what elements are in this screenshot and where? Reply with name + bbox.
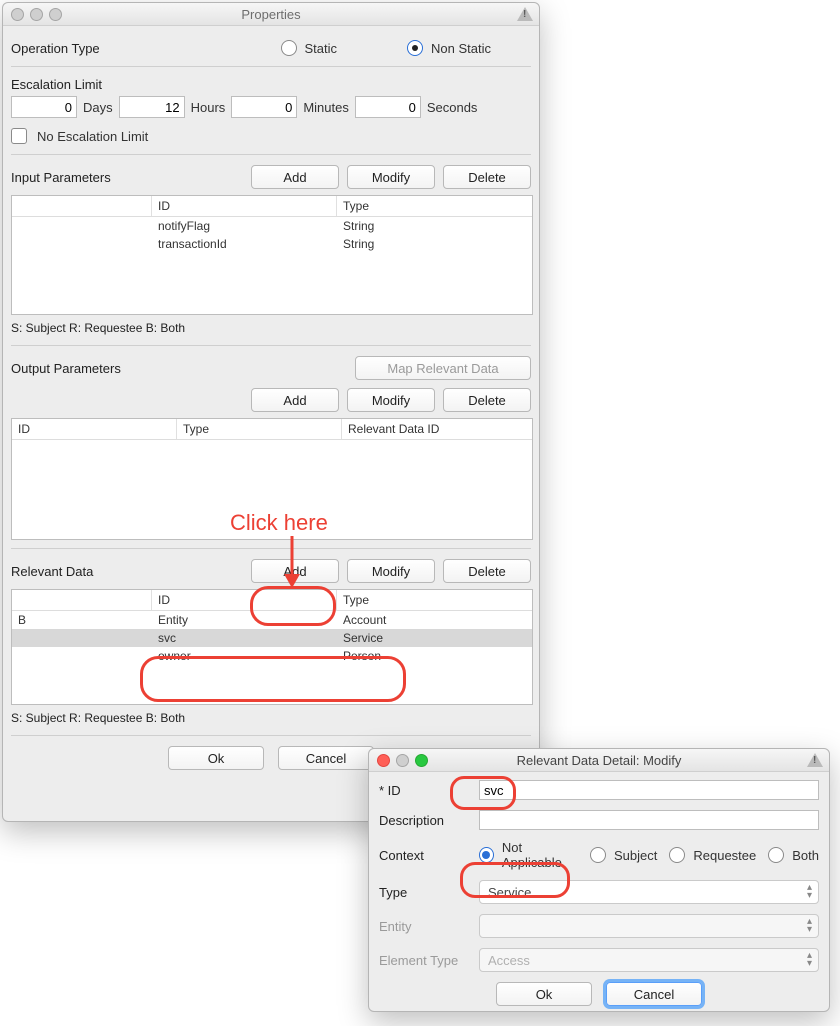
rd-col-type[interactable]: Type	[337, 590, 532, 610]
cell-rel: B	[12, 611, 152, 629]
titlebar[interactable]: Properties	[3, 3, 539, 26]
cell-id: transactionId	[152, 235, 337, 253]
chevron-updown-icon: ▴▾	[807, 884, 812, 900]
input-parameters-table[interactable]: ID Type notifyFlagStringtransactionIdStr…	[11, 195, 533, 315]
col-out-rd[interactable]: Relevant Data ID	[342, 419, 532, 439]
detail-window-title: Relevant Data Detail: Modify	[369, 753, 829, 768]
cell-id: svc	[152, 629, 337, 647]
element-type-select[interactable]: Access ▴▾	[479, 948, 819, 972]
minutes-input[interactable]	[231, 96, 297, 118]
relevant-delete-button[interactable]: Delete	[443, 559, 531, 583]
table-row[interactable]: transactionIdString	[12, 235, 532, 253]
output-modify-button[interactable]: Modify	[347, 388, 435, 412]
detail-ok-button[interactable]: Ok	[496, 982, 592, 1006]
element-type-label: Element Type	[379, 953, 469, 968]
output-parameters-table[interactable]: ID Type Relevant Data ID	[11, 418, 533, 540]
col-out-type[interactable]: Type	[177, 419, 342, 439]
cell-type: Account	[337, 611, 532, 629]
context-both[interactable]: Both	[768, 847, 819, 863]
table-row[interactable]: ownerPerson	[12, 647, 532, 665]
col-id[interactable]: ID	[152, 196, 337, 216]
legend: S: Subject R: Requestee B: Both	[11, 321, 531, 335]
col-type[interactable]: Type	[337, 196, 532, 216]
relevant-data-table[interactable]: ID Type BEntityAccountsvcServiceownerPer…	[11, 589, 533, 705]
cancel-button[interactable]: Cancel	[278, 746, 374, 770]
context-requestee[interactable]: Requestee	[669, 847, 756, 863]
input-add-button[interactable]: Add	[251, 165, 339, 189]
output-add-button[interactable]: Add	[251, 388, 339, 412]
type-select[interactable]: Service ▴▾	[479, 880, 819, 904]
no-escalation-checkbox[interactable]: No Escalation Limit	[11, 128, 531, 144]
relevant-add-button[interactable]: Add	[251, 559, 339, 583]
id-label: * ID	[379, 783, 469, 798]
input-modify-button[interactable]: Modify	[347, 165, 435, 189]
cell-type: Person	[337, 647, 532, 665]
table-row[interactable]: svcService	[12, 629, 532, 647]
rd-col-rel[interactable]	[12, 590, 152, 610]
cell-rel	[12, 235, 152, 253]
minutes-unit: Minutes	[303, 100, 349, 115]
escalation-limit-label: Escalation Limit	[11, 77, 531, 92]
context-na[interactable]: Not Applicable	[479, 840, 578, 870]
chevron-updown-icon: ▴▾	[807, 918, 812, 934]
input-delete-button[interactable]: Delete	[443, 165, 531, 189]
entity-select[interactable]: ▴▾	[479, 914, 819, 938]
operation-type-nonstatic[interactable]: Non Static	[407, 40, 491, 56]
warning-icon	[517, 7, 533, 21]
type-label: Type	[379, 885, 469, 900]
operation-type-label: Operation Type	[11, 41, 100, 56]
days-input[interactable]	[11, 96, 77, 118]
table-row[interactable]: BEntityAccount	[12, 611, 532, 629]
ok-button[interactable]: Ok	[168, 746, 264, 770]
input-parameters-label: Input Parameters	[11, 170, 111, 185]
chevron-updown-icon: ▴▾	[807, 952, 812, 968]
detail-titlebar[interactable]: Relevant Data Detail: Modify	[369, 749, 829, 772]
output-parameters-label: Output Parameters	[11, 361, 121, 376]
warning-icon	[807, 753, 823, 767]
cell-type: String	[337, 217, 532, 235]
seconds-input[interactable]	[355, 96, 421, 118]
entity-label: Entity	[379, 919, 469, 934]
description-label: Description	[379, 813, 469, 828]
legend-2: S: Subject R: Requestee B: Both	[11, 711, 531, 725]
relevant-data-detail-window: Relevant Data Detail: Modify * ID Descri…	[368, 748, 830, 1012]
detail-cancel-button[interactable]: Cancel	[606, 982, 702, 1006]
output-delete-button[interactable]: Delete	[443, 388, 531, 412]
rd-col-id[interactable]: ID	[152, 590, 337, 610]
seconds-unit: Seconds	[427, 100, 478, 115]
hours-unit: Hours	[191, 100, 226, 115]
cell-type: String	[337, 235, 532, 253]
id-input[interactable]	[479, 780, 819, 800]
context-radios: Not Applicable Subject Requestee Both	[479, 840, 819, 870]
cell-id: notifyFlag	[152, 217, 337, 235]
relevant-data-label: Relevant Data	[11, 564, 93, 579]
cell-rel	[12, 217, 152, 235]
map-relevant-button[interactable]: Map Relevant Data	[355, 356, 531, 380]
properties-window: Properties Operation Type Static Non Sta…	[2, 2, 540, 822]
hours-input[interactable]	[119, 96, 185, 118]
cell-id: owner	[152, 647, 337, 665]
cell-rel	[12, 647, 152, 665]
table-row[interactable]: notifyFlagString	[12, 217, 532, 235]
cell-type: Service	[337, 629, 532, 647]
context-label: Context	[379, 848, 469, 863]
cell-rel	[12, 629, 152, 647]
description-input[interactable]	[479, 810, 819, 830]
relevant-modify-button[interactable]: Modify	[347, 559, 435, 583]
window-title: Properties	[3, 7, 539, 22]
days-unit: Days	[83, 100, 113, 115]
cell-id: Entity	[152, 611, 337, 629]
col-out-id[interactable]: ID	[12, 419, 177, 439]
context-subject[interactable]: Subject	[590, 847, 657, 863]
col-rel[interactable]	[12, 196, 152, 216]
operation-type-static[interactable]: Static	[281, 40, 338, 56]
